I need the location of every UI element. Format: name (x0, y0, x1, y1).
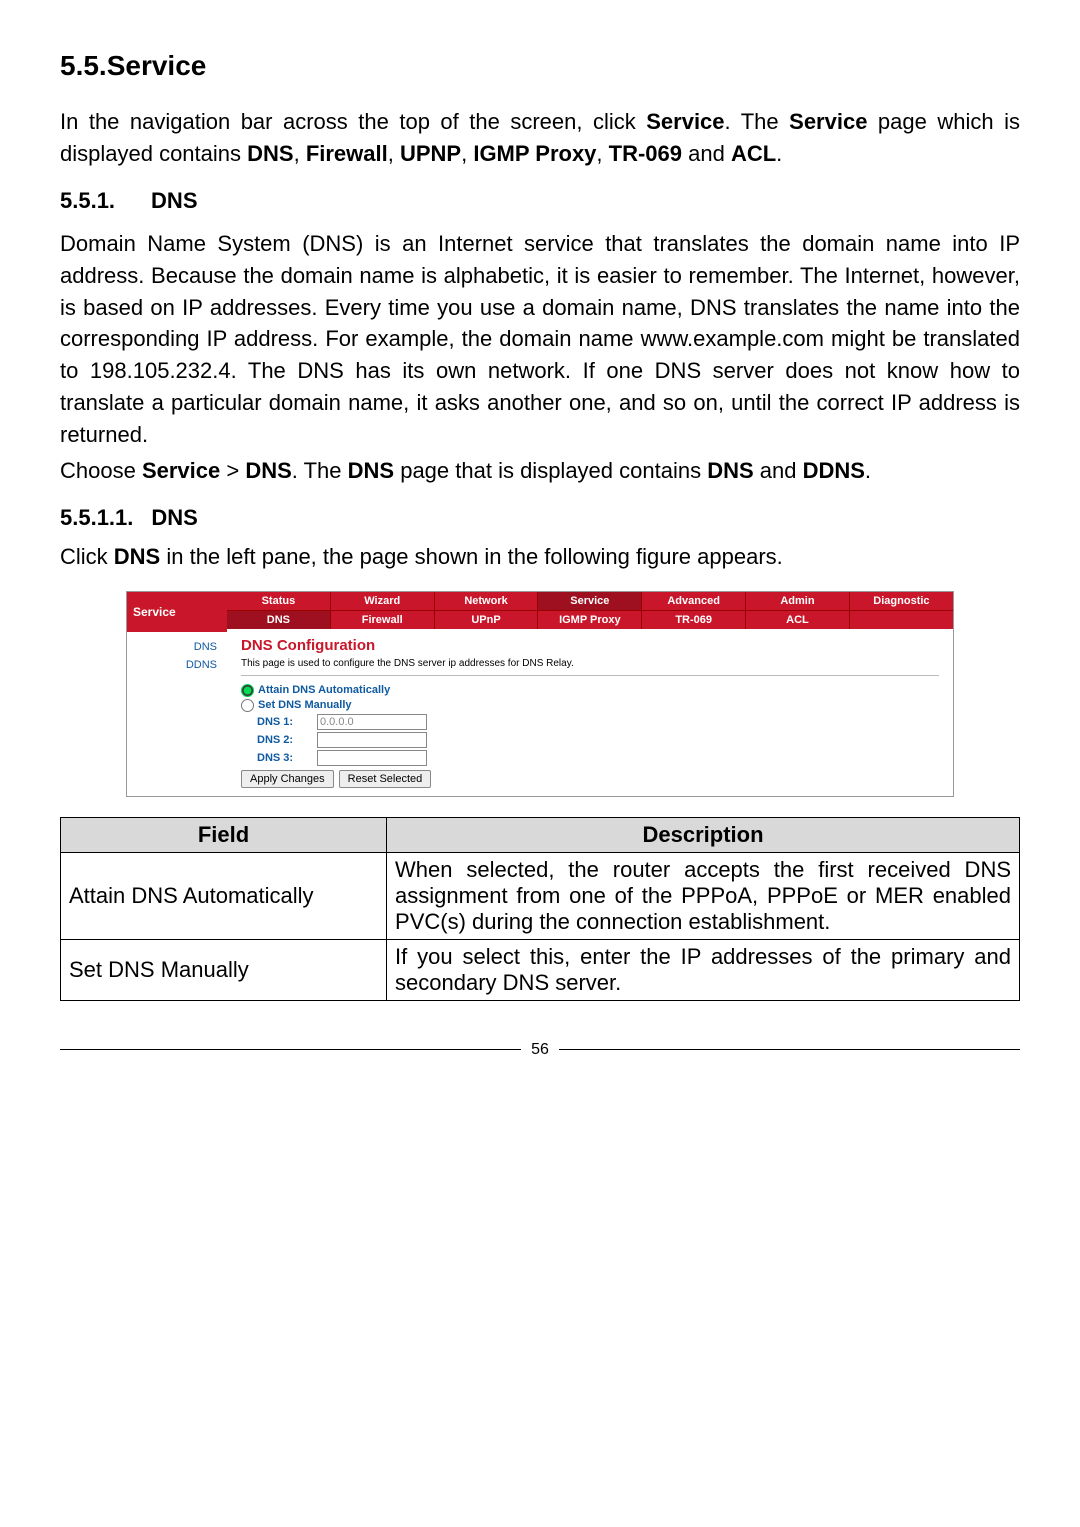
dns-paragraph: Domain Name System (DNS) is an Internet … (60, 228, 1020, 451)
cell-field: Attain DNS Automatically (61, 852, 387, 939)
th-field: Field (61, 817, 387, 852)
sidebar-item-ddns[interactable]: DDNS (127, 656, 227, 674)
choose-paragraph: Choose Service > DNS. The DNS page that … (60, 455, 1020, 487)
subtab-empty (850, 611, 953, 629)
divider (241, 675, 939, 676)
heading-num: 5.5.1. (60, 188, 115, 214)
dns2-input[interactable] (317, 732, 427, 748)
intro-paragraph: In the navigation bar across the top of … (60, 106, 1020, 170)
radio-auto[interactable] (241, 684, 254, 697)
heading-num: 5.5. (60, 50, 107, 81)
field-description-table: Field Description Attain DNS Automatical… (60, 817, 1020, 1001)
panel-desc: This page is used to configure the DNS s… (241, 658, 939, 669)
reset-selected-button[interactable]: Reset Selected (339, 770, 432, 788)
dns3-input[interactable] (317, 750, 427, 766)
tab-admin[interactable]: Admin (746, 592, 850, 610)
radio-manual-label: Set DNS Manually (258, 699, 352, 711)
sidebar-header: Service (127, 592, 227, 632)
page-footer: 56 (60, 1041, 1020, 1059)
dns1-input[interactable] (317, 714, 427, 730)
heading-text: DNS (151, 188, 197, 214)
tab-service[interactable]: Service (538, 592, 642, 610)
tab-wizard[interactable]: Wizard (331, 592, 435, 610)
heading-text: DNS (151, 505, 197, 531)
radio-manual[interactable] (241, 699, 254, 712)
subtab-tr069[interactable]: TR-069 (642, 611, 746, 629)
subtab-upnp[interactable]: UPnP (435, 611, 539, 629)
panel-title: DNS Configuration (241, 637, 939, 654)
subtab-firewall[interactable]: Firewall (331, 611, 435, 629)
subsection-heading: 5.5.1. DNS (60, 188, 1020, 214)
top-tabs: Status Wizard Network Service Advanced A… (227, 592, 953, 610)
subsubsection-heading: 5.5.1.1. DNS (60, 505, 1020, 531)
sidebar: Service DNS DDNS (127, 592, 227, 796)
click-paragraph: Click DNS in the left pane, the page sho… (60, 541, 1020, 573)
cell-field: Set DNS Manually (61, 939, 387, 1000)
table-row: Set DNS Manually If you select this, ent… (61, 939, 1020, 1000)
table-row: Attain DNS Automatically When selected, … (61, 852, 1020, 939)
subtab-dns[interactable]: DNS (227, 611, 331, 629)
section-heading: 5.5.Service (60, 50, 1020, 82)
sidebar-item-dns[interactable]: DNS (127, 638, 227, 656)
footer-rule-left (60, 1049, 521, 1050)
dns1-label: DNS 1: (257, 716, 317, 728)
page-number: 56 (531, 1041, 549, 1059)
dns3-label: DNS 3: (257, 752, 317, 764)
tab-network[interactable]: Network (435, 592, 539, 610)
sub-tabs: DNS Firewall UPnP IGMP Proxy TR-069 ACL (227, 610, 953, 629)
th-desc: Description (387, 817, 1020, 852)
dns-config-screenshot: Service DNS DDNS Status Wizard Network S… (126, 591, 954, 797)
radio-auto-label: Attain DNS Automatically (258, 684, 390, 696)
dns2-label: DNS 2: (257, 734, 317, 746)
footer-rule-right (559, 1049, 1020, 1050)
subtab-igmp[interactable]: IGMP Proxy (538, 611, 642, 629)
heading-text: Service (107, 50, 207, 81)
heading-num: 5.5.1.1. (60, 505, 133, 531)
cell-desc: If you select this, enter the IP address… (387, 939, 1020, 1000)
tab-status[interactable]: Status (227, 592, 331, 610)
tab-diagnostic[interactable]: Diagnostic (850, 592, 953, 610)
subtab-acl[interactable]: ACL (746, 611, 850, 629)
cell-desc: When selected, the router accepts the fi… (387, 852, 1020, 939)
apply-changes-button[interactable]: Apply Changes (241, 770, 334, 788)
tab-advanced[interactable]: Advanced (642, 592, 746, 610)
